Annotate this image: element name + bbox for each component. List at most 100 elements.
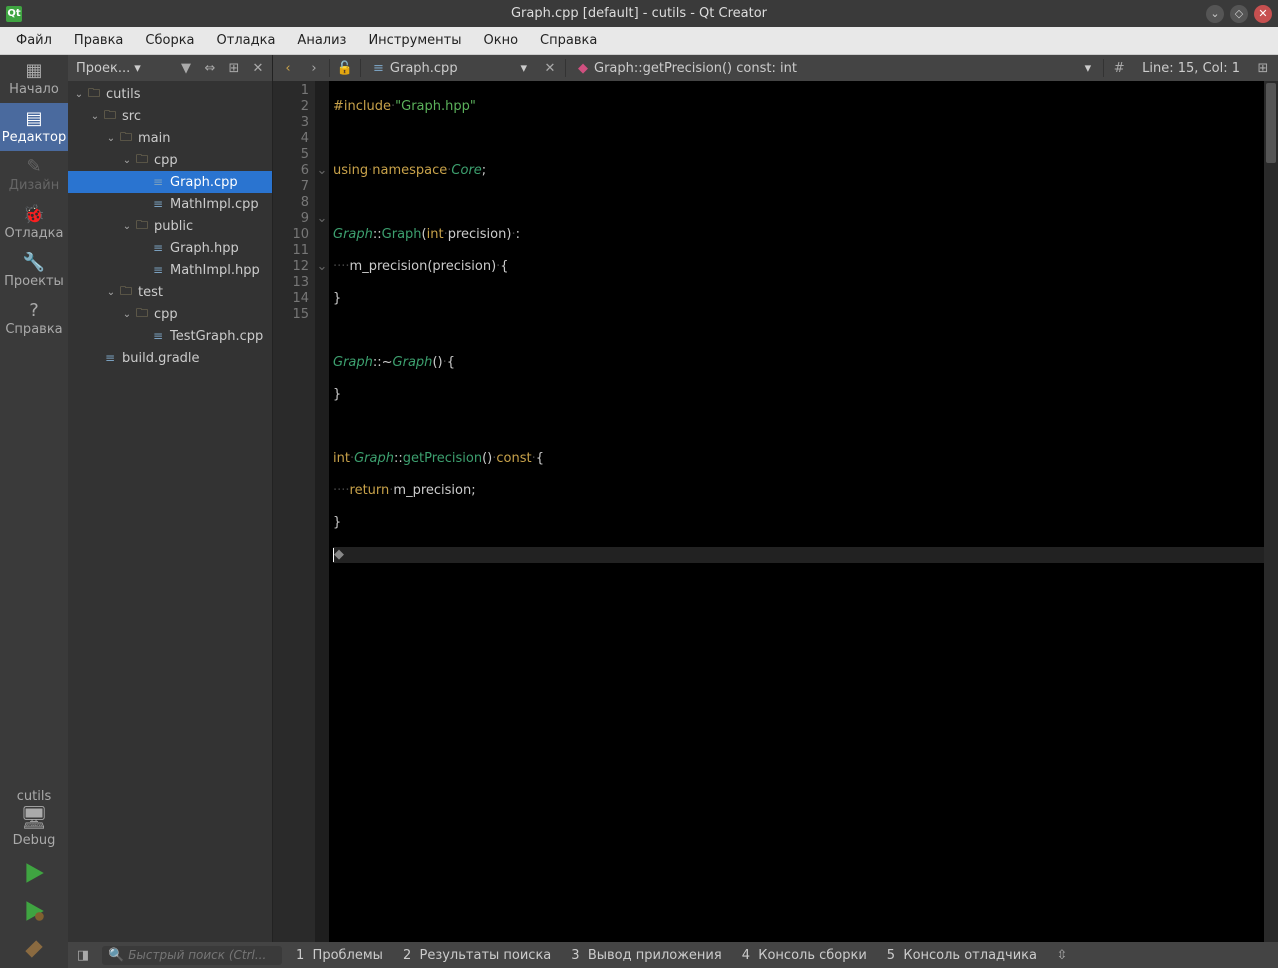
design-icon: ✎ (26, 158, 41, 176)
pane-search-results[interactable]: 2 Результаты поиска (397, 946, 557, 965)
window-title: Graph.cpp [default] - cutils - Qt Creato… (511, 6, 767, 21)
mode-projects-label: Проекты (4, 274, 64, 289)
chevron-down-icon: ▾ (134, 61, 141, 76)
pane-app-output[interactable]: 3 Вывод приложения (565, 946, 727, 965)
nav-forward-button[interactable]: › (303, 57, 325, 79)
mode-debug[interactable]: 🐞 Отладка (0, 199, 68, 247)
scrollbar-thumb[interactable] (1266, 83, 1276, 163)
folder-icon: 🗀 (86, 84, 102, 105)
document-selector[interactable]: ≡ Graph.cpp ▾ (365, 59, 535, 78)
mode-design[interactable]: ✎ Дизайн (0, 151, 68, 199)
folder-icon: 🗀 (118, 128, 134, 149)
hpp-file-icon: ≡ (150, 241, 166, 255)
help-icon: ? (29, 302, 39, 320)
editor-toolbar: ‹ › 🔓 ≡ Graph.cpp ▾ ✕ ◆ Graph::getPrecis… (273, 55, 1278, 81)
menu-file[interactable]: Файл (6, 29, 62, 52)
sidebar: Проек... ▾ ▼ ⇔ ⊞ ✕ ⌄🗀cutils ⌄🗀src ⌄🗀main… (68, 55, 273, 942)
cpp-file-icon: ≡ (150, 175, 166, 189)
tree-public[interactable]: ⌄🗀public (68, 215, 272, 237)
close-doc-button[interactable]: ✕ (539, 57, 561, 79)
split-editor-icon[interactable]: ⊞ (1252, 57, 1274, 79)
mode-editor[interactable]: ▤ Редактор (0, 103, 68, 151)
menu-analyze[interactable]: Анализ (287, 29, 356, 52)
tree-root[interactable]: ⌄🗀cutils (68, 83, 272, 105)
link-icon[interactable]: ⇔ (200, 58, 220, 78)
minimize-button[interactable]: ⌄ (1206, 5, 1224, 23)
pane-debug-console[interactable]: 5 Консоль отладчика (881, 946, 1043, 965)
line-col-indicator[interactable]: Line: 15, Col: 1 (1134, 61, 1248, 76)
debug-run-button[interactable] (0, 892, 68, 930)
folder-icon: 🗀 (134, 304, 150, 325)
tree-cpp-main[interactable]: ⌄🗀cpp (68, 149, 272, 171)
cpp-file-icon: ≡ (150, 197, 166, 211)
filter-icon[interactable]: ▼ (176, 58, 196, 78)
maximize-button[interactable]: ◇ (1230, 5, 1248, 23)
close-button[interactable]: ✕ (1254, 5, 1272, 23)
statusbar: ◨ 🔍 1 Проблемы 2 Результаты поиска 3 Выв… (68, 942, 1278, 968)
menu-window[interactable]: Окно (473, 29, 528, 52)
mode-debug-label: Отладка (5, 226, 64, 241)
cpp-file-icon: ≡ (373, 61, 384, 76)
tree-src[interactable]: ⌄🗀src (68, 105, 272, 127)
close-pane-icon[interactable]: ✕ (248, 58, 268, 78)
tree-main[interactable]: ⌄🗀main (68, 127, 272, 149)
hash-icon[interactable]: # (1108, 57, 1130, 79)
wrench-icon: 🔧 (23, 254, 45, 272)
chevron-down-icon: ▾ (1085, 61, 1092, 76)
pane-toggle-icon[interactable]: ⇳ (1051, 944, 1073, 966)
menu-help[interactable]: Справка (530, 29, 607, 52)
build-button[interactable] (0, 930, 68, 968)
grid-icon: ▦ (25, 62, 42, 80)
mode-help[interactable]: ? Справка (0, 295, 68, 343)
symbol-name: Graph::getPrecision() const: int (594, 61, 797, 76)
monitor-icon: 🖥 (20, 806, 48, 831)
tree-testgraph-cpp[interactable]: ≡TestGraph.cpp (68, 325, 272, 347)
code-content[interactable]: #include·"Graph.hpp" using·namespace·Cor… (329, 81, 1264, 942)
chevron-down-icon: ▾ (520, 61, 527, 76)
tree-graph-hpp[interactable]: ≡Graph.hpp (68, 237, 272, 259)
editor-area: ‹ › 🔓 ≡ Graph.cpp ▾ ✕ ◆ Graph::getPrecis… (273, 55, 1278, 942)
kit-project: cutils (17, 789, 51, 804)
nav-back-button[interactable]: ‹ (277, 57, 299, 79)
hpp-file-icon: ≡ (150, 263, 166, 277)
mode-start-label: Начало (9, 82, 59, 97)
sidebar-view-selector[interactable]: Проек... ▾ (72, 59, 172, 78)
split-icon[interactable]: ⊞ (224, 58, 244, 78)
quick-search[interactable]: 🔍 (102, 946, 282, 965)
tree-graph-cpp[interactable]: ≡Graph.cpp (68, 171, 272, 193)
run-button[interactable] (0, 854, 68, 892)
lock-icon[interactable]: 🔓 (334, 57, 356, 79)
tree-cpp-test[interactable]: ⌄🗀cpp (68, 303, 272, 325)
modebar: ▦ Начало ▤ Редактор ✎ Дизайн 🐞 Отладка 🔧… (0, 55, 68, 968)
bug-icon: 🐞 (23, 206, 45, 224)
pane-build-console[interactable]: 4 Консоль сборки (736, 946, 873, 965)
fold-gutter[interactable]: ⌄⌄⌄ (315, 81, 329, 942)
mode-projects[interactable]: 🔧 Проекты (0, 247, 68, 295)
menu-tools[interactable]: Инструменты (358, 29, 471, 52)
tree-test[interactable]: ⌄🗀test (68, 281, 272, 303)
mode-design-label: Дизайн (9, 178, 59, 193)
tree-mathimpl-cpp[interactable]: ≡MathImpl.cpp (68, 193, 272, 215)
folder-icon: 🗀 (118, 282, 134, 303)
cpp-file-icon: ≡ (150, 329, 166, 343)
toggle-sidebar-button[interactable]: ◨ (72, 944, 94, 966)
code-editor[interactable]: 123456789101112131415 ⌄⌄⌄ #include·"Grap… (273, 81, 1278, 942)
pane-problems[interactable]: 1 Проблемы (290, 946, 389, 965)
mode-start[interactable]: ▦ Начало (0, 55, 68, 103)
vertical-scrollbar[interactable] (1264, 81, 1278, 942)
tree-mathimpl-hpp[interactable]: ≡MathImpl.hpp (68, 259, 272, 281)
kit-selector[interactable]: cutils 🖥 Debug (0, 783, 68, 854)
mode-help-label: Справка (5, 322, 62, 337)
kit-config: Debug (13, 833, 56, 848)
tree-build-gradle[interactable]: ≡build.gradle (68, 347, 272, 369)
project-tree: ⌄🗀cutils ⌄🗀src ⌄🗀main ⌄🗀cpp ≡Graph.cpp ≡… (68, 81, 272, 942)
menu-build[interactable]: Сборка (135, 29, 204, 52)
menu-debug[interactable]: Отладка (207, 29, 286, 52)
sidebar-header: Проек... ▾ ▼ ⇔ ⊞ ✕ (68, 55, 272, 81)
symbol-selector[interactable]: ◆ Graph::getPrecision() const: int ▾ (570, 59, 1099, 78)
menu-edit[interactable]: Правка (64, 29, 133, 52)
window-controls: ⌄ ◇ ✕ (1206, 5, 1278, 23)
folder-icon: 🗀 (134, 216, 150, 237)
qt-logo-icon: Qt (6, 6, 22, 22)
quick-search-input[interactable] (128, 948, 276, 962)
